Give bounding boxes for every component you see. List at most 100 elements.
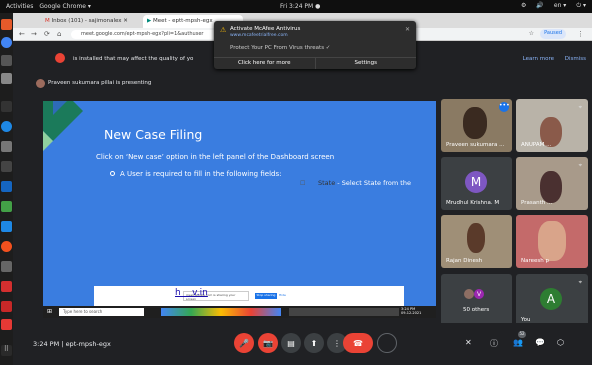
pin-icon[interactable]: ⌖: [579, 162, 582, 170]
participant-avatar: V: [474, 289, 484, 299]
back-icon[interactable]: ←: [19, 30, 25, 38]
meeting-info-icon[interactable]: ⓘ: [490, 338, 498, 349]
close-icon[interactable]: ✕: [405, 26, 410, 33]
dismiss-link[interactable]: Dismiss: [565, 56, 586, 62]
reload-icon[interactable]: ⟳: [44, 30, 50, 38]
document-icon[interactable]: [1, 221, 12, 232]
home-icon[interactable]: ⌂: [57, 30, 61, 38]
participant-tile[interactable]: Rajan Dinesh: [441, 215, 512, 268]
meeting-details[interactable]: 3:24 PM | ept-mpsh-egx: [33, 340, 111, 348]
forward-icon[interactable]: →: [31, 30, 37, 38]
help-icon[interactable]: [1, 121, 12, 132]
click-here-button[interactable]: Click here for more: [214, 58, 316, 69]
presenting-banner: Praveen sukumara pillai is presenting: [48, 80, 152, 86]
taskbar-apps: [161, 308, 281, 316]
slide-line-2: A User is required to fill in the follow…: [120, 170, 282, 178]
leave-call-button[interactable]: ☎: [343, 333, 373, 353]
power-icon[interactable]: ⏻ ▾: [576, 2, 586, 10]
firefox-icon[interactable]: [1, 19, 12, 30]
notification-actions: Click here for more Settings: [214, 57, 416, 69]
bullet-icon: [110, 171, 115, 176]
slide-title: New Case Filing: [104, 127, 203, 142]
footer-link[interactable]: h v.in: [175, 288, 208, 298]
volume-icon[interactable]: 🔊: [536, 2, 543, 10]
app-icon[interactable]: [1, 319, 12, 330]
mic-button[interactable]: 🎤: [234, 333, 254, 353]
participant-tile[interactable]: Nareesh p: [516, 215, 588, 268]
system-tray[interactable]: ⚙ 🔊 en ▾ ⏻ ▾: [521, 2, 586, 10]
participant-tile[interactable]: ••• Praveen sukumara ...: [441, 99, 512, 152]
participant-name: Rajan Dinesh: [446, 258, 483, 264]
record-icon: [55, 53, 65, 63]
self-tile[interactable]: A ⌖ You: [516, 274, 588, 327]
pdf-icon[interactable]: [1, 281, 12, 292]
notification-link[interactable]: www.mcafeetrialfree.com: [230, 33, 288, 38]
notification-title: Activate McAfee Antivirus: [230, 26, 301, 32]
captions-button[interactable]: ▤: [281, 333, 301, 353]
stop-sharing-button[interactable]: Stop sharing: [255, 293, 277, 299]
files-icon[interactable]: [1, 55, 12, 66]
app-menu[interactable]: Google Chrome ▾: [39, 3, 91, 10]
camera-button[interactable]: 📷: [258, 333, 278, 353]
warning-icon: ⚠: [220, 26, 227, 34]
participant-tile[interactable]: M Mrudhul Krishna. M: [441, 157, 512, 210]
mic-off-icon: 🎤: [239, 338, 249, 348]
notification-body: Protect Your PC From Virus threats ✓: [230, 45, 331, 51]
editor-icon[interactable]: [1, 181, 12, 192]
url-input[interactable]: meet.google.com/ept-mpsh-egx?pli=1&authu…: [71, 30, 226, 39]
screen-icon[interactable]: [1, 101, 12, 112]
participant-avatar: M: [465, 171, 487, 193]
settings-button[interactable]: Settings: [316, 58, 417, 69]
hangup-icon: ☎: [353, 338, 363, 348]
participant-name: Prasanth ...: [521, 200, 553, 206]
meet-controls-bar: 3:24 PM | ept-mpsh-egx 🎤 📷 ▤ ⬆ ⋮ ☎ ✕ ⓘ 👥…: [13, 323, 592, 365]
reaction-button[interactable]: [377, 333, 397, 353]
slide-decoration: [43, 101, 83, 151]
people-icon[interactable]: 👥: [513, 338, 523, 347]
menu-icon[interactable]: ⋮: [577, 30, 584, 38]
gmail-icon: M: [45, 18, 50, 24]
people-count-badge: 52: [518, 331, 526, 338]
calculator-icon[interactable]: [1, 261, 12, 272]
slide-line-1: Click on ‘New case’ option in the left p…: [96, 153, 335, 161]
participant-name: ANUPAM ...: [521, 142, 552, 148]
system-clock[interactable]: Fri 3:24 PM ●: [280, 3, 320, 10]
ubuntu-dock: ⠿: [0, 13, 13, 365]
others-count: 50 others: [463, 307, 490, 313]
chrome-alt-icon[interactable]: [1, 241, 12, 252]
printer-icon[interactable]: [1, 141, 12, 152]
participant-avatar: [464, 289, 474, 299]
others-tile[interactable]: V 50 others: [441, 274, 512, 327]
antivirus-notification[interactable]: ⚠ Activate McAfee Antivirus www.mcafeetr…: [214, 21, 416, 69]
tab-inbox[interactable]: M Inbox (101) - sajimonalex ✕: [41, 15, 141, 28]
mute-indicator-icon: ✕: [465, 338, 472, 347]
star-icon[interactable]: ☆: [529, 30, 534, 37]
learn-more-link[interactable]: Learn more: [523, 56, 554, 62]
present-icon: ⬆: [310, 338, 318, 348]
participant-video: [467, 223, 485, 253]
presenter-avatar: [36, 79, 45, 88]
terminal-icon[interactable]: [1, 73, 12, 84]
pin-icon[interactable]: ⌖: [579, 104, 582, 112]
participant-tile[interactable]: ⌖ Prasanth ...: [516, 157, 588, 210]
app-icon[interactable]: [1, 161, 12, 172]
participant-video: [463, 107, 487, 139]
language-indicator[interactable]: en ▾: [554, 2, 566, 10]
settings-icon[interactable]: ⚙: [521, 2, 526, 10]
show-apps-icon[interactable]: ⠿: [1, 345, 12, 356]
meet-icon: ▶: [147, 18, 152, 24]
activities-icon[interactable]: ⬡: [557, 338, 564, 347]
chrome-icon[interactable]: [1, 37, 12, 48]
hide-button[interactable]: Hide: [279, 293, 286, 297]
activities-button[interactable]: Activities: [6, 3, 33, 10]
pin-icon[interactable]: ⌖: [579, 279, 582, 287]
pdf-alt-icon[interactable]: [1, 301, 12, 312]
slide-line-3: State - Select State from the: [318, 179, 411, 187]
participant-tile[interactable]: ⌖ ANUPAM ...: [516, 99, 588, 152]
present-button[interactable]: ⬆: [304, 333, 324, 353]
app-icon[interactable]: [1, 201, 12, 212]
profile-paused-badge[interactable]: Paused: [540, 29, 566, 39]
taskbar-tray: [289, 308, 399, 316]
participant-video: [538, 221, 566, 261]
chat-icon[interactable]: 💬: [535, 338, 545, 347]
